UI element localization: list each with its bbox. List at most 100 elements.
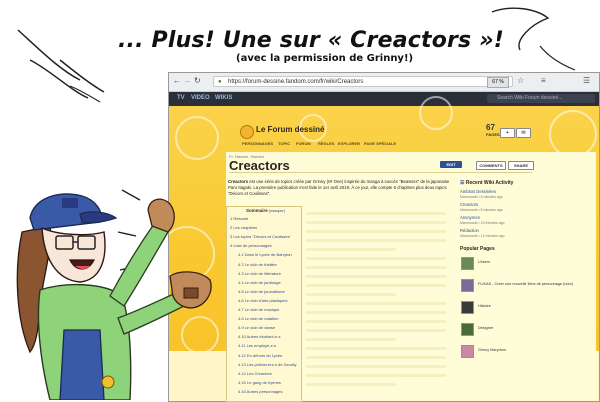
toc-hide-link[interactable]: [masquer] [269, 209, 285, 213]
wiki-logo-icon[interactable] [240, 125, 254, 139]
toc-item[interactable]: 1 Résumé [230, 216, 248, 221]
text-line [306, 266, 446, 269]
menu-item-topic[interactable]: TOPIC [278, 141, 290, 146]
recent-activity-title: ☰ Recent Wiki Activity [460, 180, 513, 186]
recent-activity-title-text: Recent Wiki Activity [465, 180, 514, 186]
forward-arrow-icon[interactable]: → [183, 76, 191, 85]
share-button[interactable]: SHARE [508, 161, 534, 170]
popular-page-thumbnail[interactable] [461, 301, 474, 314]
edit-button[interactable]: EDIT [440, 161, 462, 168]
menu-item-forum[interactable]: FORUM [296, 141, 311, 146]
text-line [306, 338, 396, 341]
motion-lines-icon [17, 29, 105, 99]
nav-item-wikis[interactable]: WIKIS [215, 95, 232, 101]
popular-page-thumbnail[interactable] [461, 345, 474, 358]
toc-item[interactable]: 2 Les chapitres [230, 225, 257, 230]
text-line [306, 329, 446, 332]
menu-item-explorer[interactable]: EXPLORER [338, 141, 360, 146]
intro-bold: Creactors [228, 179, 249, 184]
activity-page-link[interactable]: Creactors [460, 202, 478, 207]
popular-page-name[interactable]: Unsern [478, 260, 594, 265]
text-line [306, 311, 446, 314]
wiki-name[interactable]: Le Forum dessiné [256, 125, 324, 134]
text-line [306, 383, 396, 386]
toc-title-text: Sommaire [246, 208, 268, 213]
toc-item[interactable]: 4.4 Le club de jardinage [238, 280, 281, 285]
text-line [306, 257, 446, 260]
text-line [306, 284, 446, 287]
star-icon[interactable]: ☆ [517, 76, 524, 85]
nav-item-tv[interactable]: TV [177, 95, 185, 101]
toc-item[interactable]: 4.8 Le club de natation [238, 316, 278, 321]
text-line [306, 239, 446, 242]
text-line [306, 293, 396, 296]
toc-item[interactable]: 4.2 Le club de théâtre [238, 262, 277, 267]
reload-icon[interactable]: ↻ [194, 76, 201, 85]
menu-item-regles[interactable]: RÈGLES [318, 141, 334, 146]
toc-item[interactable]: 4.7 Le club de musique [238, 307, 279, 312]
comments-button[interactable]: COMMENTS [476, 161, 506, 170]
activity-meta: Marmouzet • 10 minutes ago [460, 221, 505, 225]
activity-page-link[interactable]: Ambitos Dessinées [460, 189, 496, 194]
popular-pages-title: Popular Pages [460, 246, 495, 252]
pages-label: PAGES [486, 132, 500, 137]
text-line [306, 365, 446, 368]
browser-toolbar: ← → ↻ ● https://forum-dessine.fandom.com… [169, 73, 599, 92]
activity-meta: Marmouzet • 8 minutes ago [460, 208, 503, 212]
toc-item[interactable]: 4.11 Les employé-e-s [238, 343, 276, 348]
page-title: Creactors [229, 158, 290, 173]
text-line [306, 374, 446, 377]
toc-item[interactable]: 4.10 Autres étudiant-e-s [238, 334, 280, 339]
activity-meta: Marmouzet • 12 minutes ago [460, 234, 505, 238]
toc-item[interactable]: 4.14 Les Creactors [238, 371, 272, 376]
toc-title: Sommaire [masquer] [246, 208, 285, 213]
popular-page-name[interactable]: Grinny Marydom [478, 348, 594, 353]
popular-page-name[interactable]: FLIKAS - Créer une nouvelle fiche de per… [478, 282, 594, 287]
text-line [306, 347, 446, 350]
menu-item-personnages[interactable]: PERSONNAGES [242, 141, 273, 146]
pages-count: 67 [486, 123, 495, 132]
text-line [306, 302, 446, 305]
toc-item[interactable]: 3 Les topics "Décors et Coulisses" [230, 234, 291, 239]
comic-subtitle: (avec la permission de Grinny!) [236, 53, 414, 64]
popular-page-name[interactable]: Designer [478, 326, 594, 331]
nav-item-video[interactable]: VIDEO [191, 95, 210, 101]
menu-icon[interactable]: ☰ [583, 76, 590, 85]
toc-item[interactable]: 4.5 Le club de journalisme [238, 289, 285, 294]
popular-page-thumbnail[interactable] [461, 257, 474, 270]
zoom-level[interactable]: 67 % [487, 77, 509, 88]
toc-item[interactable]: 4.16 Autres personnages [238, 389, 282, 394]
back-arrow-icon[interactable]: ← [173, 76, 181, 85]
lock-icon: ● [218, 79, 222, 85]
popular-page-thumbnail[interactable] [461, 279, 474, 292]
toc-item[interactable]: 4.12 En dehors du Lycée [238, 353, 282, 358]
toc-item[interactable]: 4.9 Le club de danse [238, 325, 275, 330]
menu-item-page-speciale[interactable]: PAGE SPÉCIALE [364, 141, 396, 146]
divider [229, 172, 532, 173]
address-bar[interactable]: ● https://forum-dessine.fandom.com/fr/wi… [213, 76, 513, 87]
url-text: https://forum-dessine.fandom.com/fr/wiki… [228, 79, 364, 85]
library-icon[interactable]: ≡ [541, 76, 546, 85]
activity-page-link[interactable]: Rédaction [460, 228, 479, 233]
toc-item[interactable]: 4.1 Dans le Lycée de Barryton [238, 252, 292, 257]
toc-item[interactable]: 4.6 Le club d'arts plastiques [238, 298, 287, 303]
text-line [306, 275, 446, 278]
wiki-search-input[interactable]: Search Wiki Forum dessiné... [487, 94, 595, 103]
toc-item[interactable]: 4.15 Le gang de hyènes [238, 380, 281, 385]
text-line [306, 221, 446, 224]
fandom-navbar: TV VIDEO WIKIS Search Wiki Forum dessiné… [169, 92, 599, 106]
comic-title: ... Plus! Une sur « Creactors »! [118, 28, 504, 53]
toc-item[interactable]: 4 Liste de personnages [230, 243, 272, 248]
popular-page-thumbnail[interactable] [461, 323, 474, 336]
intro-text: est une série de topics créée par Grinny… [228, 179, 450, 196]
intro-paragraph: Creactors est une série de topics créée … [228, 179, 454, 197]
toc-item[interactable]: 4.13 Les policier.ère.s de Zoocity [238, 362, 296, 367]
activity-page-link[interactable]: Anonymes [460, 215, 480, 220]
text-line [306, 356, 446, 359]
toc-item[interactable]: 4.3 Le club de littérature [238, 271, 281, 276]
popular-page-name[interactable]: Histoire [478, 304, 594, 309]
discuss-icon[interactable]: ✉ [516, 128, 531, 138]
text-line [306, 212, 446, 215]
add-page-icon[interactable]: + [500, 128, 515, 138]
text-line [306, 248, 396, 251]
